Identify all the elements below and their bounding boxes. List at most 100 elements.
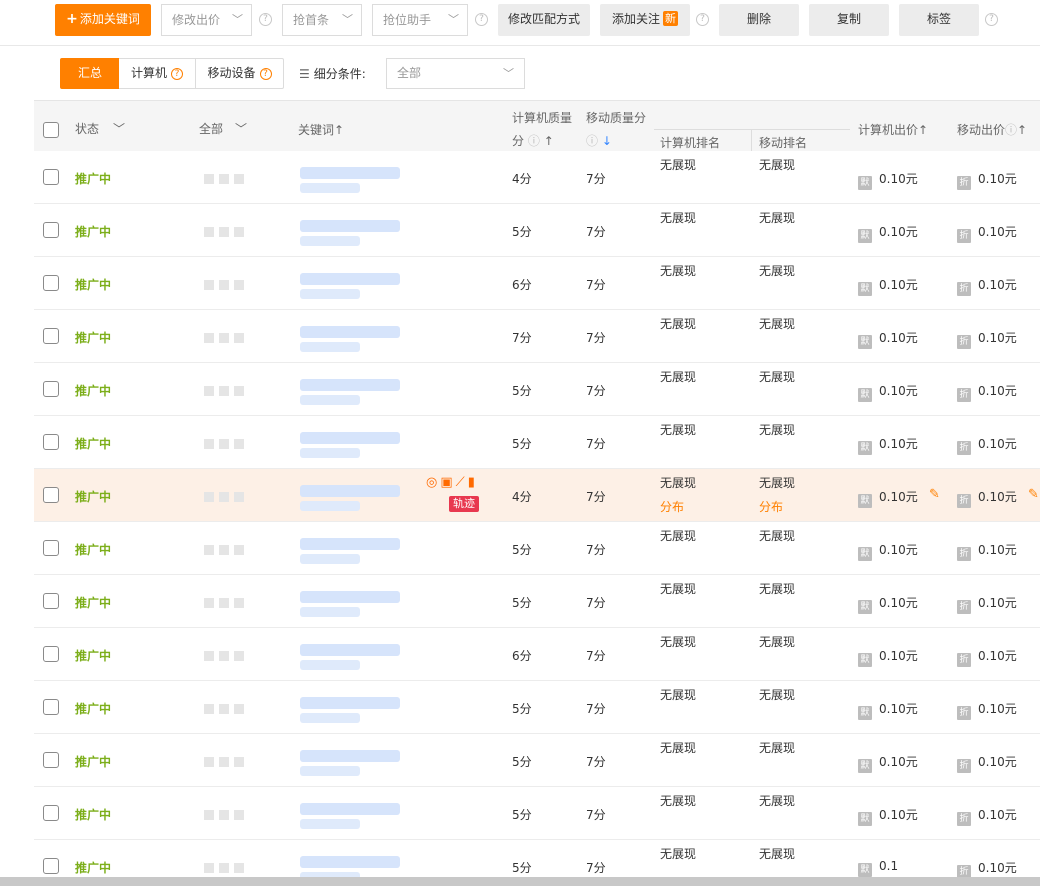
- pc-bid[interactable]: 默 0.10元: [858, 276, 918, 296]
- table-row[interactable]: 推广中 4分 7分 无展现 无展现默 0.10元 折 0.10元: [34, 151, 1040, 204]
- pc-bid[interactable]: 默 0.10元: [858, 329, 918, 349]
- mobile-bid[interactable]: 折 0.10元: [957, 329, 1017, 349]
- keyword-text[interactable]: [300, 691, 410, 725]
- mobile-bid[interactable]: 折 0.10元: [957, 488, 1017, 508]
- mobile-bid[interactable]: 折 0.10元: [957, 859, 1017, 879]
- delete-button[interactable]: 删除: [719, 4, 799, 36]
- keyword-text[interactable]: [300, 267, 410, 301]
- table-row[interactable]: 推广中 5分 7分 无展现 无展现默 0.10元 折 0.10元: [34, 575, 1040, 628]
- row-checkbox[interactable]: [43, 699, 59, 715]
- tab-mobile[interactable]: 移动设备?: [195, 58, 284, 89]
- edit-pencil-icon[interactable]: ✎: [929, 487, 940, 502]
- mobile-bid[interactable]: 折 0.10元: [957, 700, 1017, 720]
- pc-bid[interactable]: 默 0.10元: [858, 700, 918, 720]
- row-checkbox[interactable]: [43, 328, 59, 344]
- table-row[interactable]: 推广中 5分 7分 无展现 无展现默 0.10元 折 0.10元: [34, 416, 1040, 469]
- modify-bid-dropdown[interactable]: 修改出价 ﹀: [161, 4, 252, 36]
- table-row[interactable]: 推广中 5分 7分 无展现 无展现默 0.10元 折 0.10元: [34, 681, 1040, 734]
- mobile-bid[interactable]: 折 0.10元: [957, 541, 1017, 561]
- mobile-bid[interactable]: 折 0.10元: [957, 806, 1017, 826]
- sub-filter-select[interactable]: 全部 ﹀: [386, 58, 525, 89]
- row-checkbox[interactable]: [43, 858, 59, 874]
- copy-button[interactable]: 复制: [809, 4, 889, 36]
- pc-bid[interactable]: 默 0.1: [858, 859, 898, 877]
- modify-match-button[interactable]: 修改匹配方式: [498, 4, 590, 36]
- table-row[interactable]: 推广中 6分 7分 无展现 无展现默 0.10元 折 0.10元: [34, 257, 1040, 310]
- tag-button[interactable]: 标签: [899, 4, 979, 36]
- trace-button[interactable]: 轨迹: [449, 496, 479, 512]
- mobile-bid[interactable]: 折 0.10元: [957, 594, 1017, 614]
- all-filter[interactable]: 全部 ﹀: [199, 120, 247, 137]
- trend-icon[interactable]: ⟋: [456, 475, 465, 490]
- keyword-text[interactable]: [300, 214, 410, 248]
- table-row[interactable]: 推广中 7分 7分 无展现 无展现默 0.10元 折 0.10元: [34, 310, 1040, 363]
- help-icon[interactable]: ?: [985, 13, 998, 26]
- pc-quality-header[interactable]: 计算机质量 分 ⓘ ↑: [512, 109, 572, 149]
- pc-bid[interactable]: 默 0.10元: [858, 488, 918, 508]
- help-icon[interactable]: ?: [696, 13, 709, 26]
- keyword-text[interactable]: [300, 479, 410, 513]
- table-row[interactable]: 推广中 5分 7分 无展现 无展现默 0.10元 折 0.10元: [34, 204, 1040, 257]
- tab-computer[interactable]: 计算机?: [119, 58, 196, 89]
- grab-top-dropdown[interactable]: 抢首条 ﹀: [282, 4, 362, 36]
- pc-bid[interactable]: 默 0.10元: [858, 806, 918, 826]
- mobile-bid[interactable]: 折 0.10元: [957, 753, 1017, 773]
- pc-bid[interactable]: 默 0.10元: [858, 170, 918, 190]
- keyword-text[interactable]: [300, 373, 410, 407]
- row-checkbox[interactable]: [43, 275, 59, 291]
- help-icon[interactable]: ?: [259, 13, 272, 26]
- mobile-bid-header[interactable]: 移动出价ⓘ↑: [957, 121, 1027, 138]
- grab-assistant-dropdown[interactable]: 抢位助手 ﹀: [372, 4, 468, 36]
- row-checkbox[interactable]: [43, 169, 59, 185]
- row-checkbox[interactable]: [43, 805, 59, 821]
- table-row[interactable]: 推广中 5分 7分 无展现 无展现默 0.10元 折 0.10元: [34, 734, 1040, 787]
- pc-bid[interactable]: 默 0.10元: [858, 594, 918, 614]
- table-row[interactable]: 推广中 5分 7分 无展现 无展现默 0.10元 折 0.10元: [34, 522, 1040, 575]
- row-checkbox[interactable]: [43, 487, 59, 503]
- horizontal-scrollbar[interactable]: [0, 877, 1040, 886]
- pc-bid[interactable]: 默 0.10元: [858, 541, 918, 561]
- row-checkbox[interactable]: [43, 222, 59, 238]
- keyword-text[interactable]: [300, 161, 410, 195]
- row-checkbox[interactable]: [43, 540, 59, 556]
- table-row[interactable]: 推广中 6分 7分 无展现 无展现默 0.10元 折 0.10元: [34, 628, 1040, 681]
- row-checkbox[interactable]: [43, 752, 59, 768]
- mobile-bid[interactable]: 折 0.10元: [957, 382, 1017, 402]
- mobile-bid[interactable]: 折 0.10元: [957, 276, 1017, 296]
- keyword-text[interactable]: [300, 320, 410, 354]
- keyword-text[interactable]: [300, 638, 410, 672]
- table-row[interactable]: 推广中 5分 7分 无展现 无展现默 0.10元 折 0.10元: [34, 363, 1040, 416]
- trash-icon[interactable]: ▮: [468, 475, 475, 490]
- table-row[interactable]: 推广中 ◎ ▣ ⟋ ▮ 轨迹 4分 7分 无展现 分布 无展现 分布 默 0.10元 折 0.10元 ✎ ✎: [34, 469, 1040, 522]
- pc-bid-header[interactable]: 计算机出价↑: [858, 121, 928, 138]
- help-icon[interactable]: ?: [475, 13, 488, 26]
- pc-bid[interactable]: 默 0.10元: [858, 647, 918, 667]
- report-icon[interactable]: ▣: [440, 475, 452, 490]
- keyword-text[interactable]: [300, 585, 410, 619]
- keyword-text[interactable]: [300, 744, 410, 778]
- select-all-checkbox[interactable]: [43, 122, 59, 138]
- keyword-text[interactable]: [300, 426, 410, 460]
- row-checkbox[interactable]: [43, 381, 59, 397]
- mobile-quality-header[interactable]: 移动质量分 ⓘ ↓: [586, 109, 646, 149]
- edit-pencil-icon[interactable]: ✎: [1028, 487, 1039, 502]
- distribution-link[interactable]: 分布: [759, 498, 795, 515]
- keyword-text[interactable]: [300, 532, 410, 566]
- pc-bid[interactable]: 默 0.10元: [858, 223, 918, 243]
- add-follow-button[interactable]: 添加关注新: [600, 4, 690, 36]
- status-filter[interactable]: 状态 ﹀: [75, 120, 125, 137]
- mobile-bid[interactable]: 折 0.10元: [957, 223, 1017, 243]
- mobile-bid[interactable]: 折 0.10元: [957, 170, 1017, 190]
- row-checkbox[interactable]: [43, 434, 59, 450]
- distribution-link[interactable]: 分布: [660, 498, 696, 515]
- row-checkbox[interactable]: [43, 646, 59, 662]
- tab-summary[interactable]: 汇总: [60, 58, 120, 89]
- target-icon[interactable]: ◎: [426, 475, 437, 490]
- table-row[interactable]: 推广中 5分 7分 无展现 无展现默 0.10元 折 0.10元: [34, 787, 1040, 840]
- keyword-column-header[interactable]: 关键词↑: [298, 121, 344, 138]
- mobile-bid[interactable]: 折 0.10元: [957, 435, 1017, 455]
- add-keyword-button[interactable]: + 添加关键词: [55, 4, 151, 36]
- mobile-bid[interactable]: 折 0.10元: [957, 647, 1017, 667]
- pc-bid[interactable]: 默 0.10元: [858, 753, 918, 773]
- row-checkbox[interactable]: [43, 593, 59, 609]
